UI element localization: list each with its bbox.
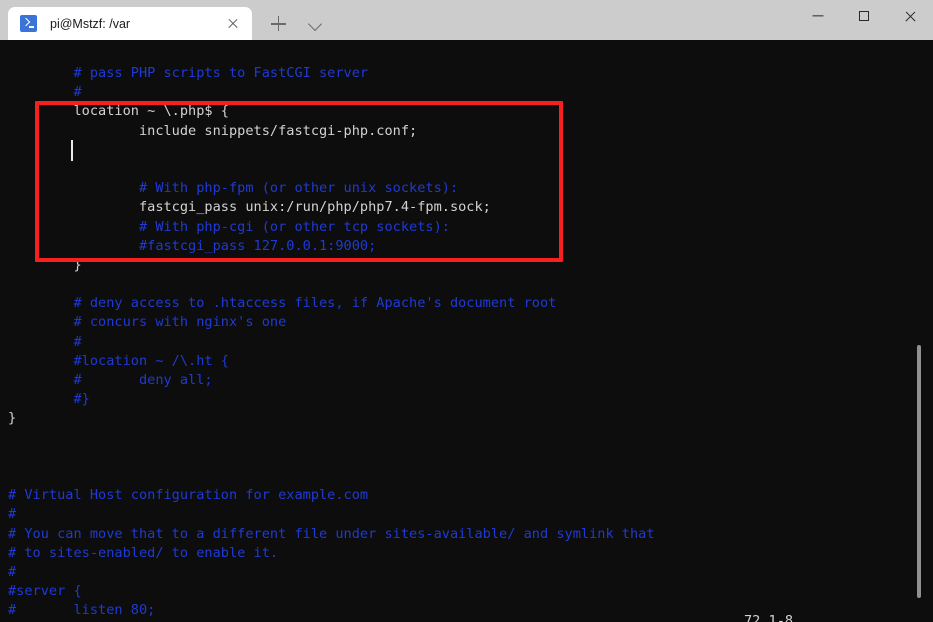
terminal-line: # pass PHP scripts to FastCGI server [8, 65, 369, 81]
terminal-line: # [8, 333, 82, 350]
cursor-position-indicator: 72,1-8 [744, 613, 794, 622]
terminal-line: } [8, 410, 17, 427]
chevron-down-icon[interactable] [298, 7, 332, 40]
terminal-line: location ~ \.php$ { [8, 103, 229, 120]
vim-status-line: 72,1-8 86% [0, 593, 933, 622]
tab-title: pi@Mstzf: /var [50, 16, 131, 31]
close-button[interactable] [887, 0, 933, 32]
terminal-line: #fastcgi_pass 127.0.0.1:9000; [8, 237, 377, 254]
scrollbar-track[interactable] [917, 40, 929, 622]
terminal-line: # Virtual Host configuration for example… [8, 487, 369, 504]
terminal-line: # to sites-enabled/ to enable it. [8, 544, 279, 561]
terminal-body[interactable]: # pass PHP scripts to FastCGI server # l… [0, 40, 933, 622]
terminal-line: #location ~ /\.ht { [8, 352, 229, 369]
terminal-line: include snippets/fastcgi-php.conf; [8, 122, 418, 139]
terminal-text-area[interactable]: # pass PHP scripts to FastCGI server # l… [0, 40, 933, 622]
maximize-button[interactable] [841, 0, 887, 32]
terminal-line: # deny all; [8, 372, 213, 388]
new-tab-button[interactable] [261, 7, 295, 40]
terminal-line: # [8, 84, 82, 101]
terminal-line: fastcgi_pass unix:/run/php/php7.4-fpm.so… [8, 199, 491, 216]
terminal-line: #} [8, 391, 90, 408]
window-controls [795, 0, 933, 40]
terminal-line: # With php-fpm (or other unix sockets): [8, 180, 459, 197]
terminal-window: pi@Mstzf: /var # pass PHP scripts to Fas… [0, 0, 933, 622]
close-icon[interactable] [218, 9, 248, 39]
minimize-button[interactable] [795, 0, 841, 32]
tab-strip: pi@Mstzf: /var [0, 0, 332, 40]
text-cursor [71, 140, 73, 161]
terminal-line: } [8, 256, 82, 273]
tab-active[interactable]: pi@Mstzf: /var [8, 7, 252, 40]
terminal-line: # [8, 563, 17, 580]
terminal-line: # concurs with nginx's one [8, 314, 287, 331]
powershell-prompt-icon [20, 15, 37, 32]
scrollbar-thumb[interactable] [917, 345, 921, 598]
title-bar: pi@Mstzf: /var [0, 0, 933, 40]
terminal-line: # With php-cgi (or other tcp sockets): [8, 218, 450, 235]
terminal-line: # You can move that to a different file … [8, 525, 655, 542]
terminal-line: # [8, 506, 17, 523]
terminal-line: # deny access to .htaccess files, if Apa… [8, 295, 557, 312]
